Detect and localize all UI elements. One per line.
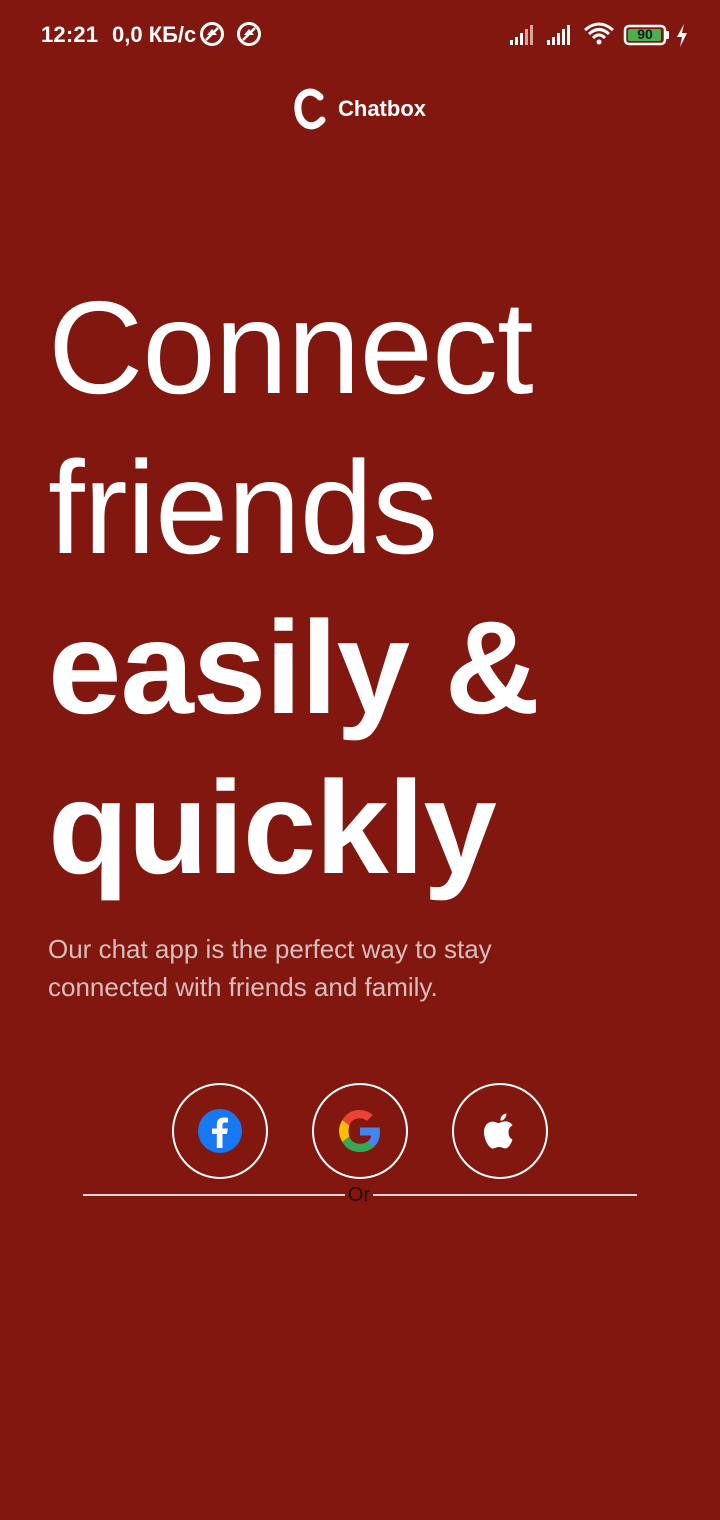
chatbox-logo-icon [294, 88, 326, 130]
network-speed: 0,0 КБ/с [112, 22, 197, 47]
signal-icon [510, 25, 533, 45]
headline-line: quickly [48, 754, 497, 901]
apple-icon [483, 1113, 513, 1149]
subtitle: Our chat app is the perfect way to stay … [48, 934, 492, 1002]
facebook-login-button[interactable] [172, 1083, 268, 1179]
google-icon [339, 1110, 380, 1152]
headline-line: easily & [48, 594, 540, 741]
signal-icon [547, 25, 570, 45]
divider-label: Or [347, 1184, 371, 1206]
headline-line: Connect [48, 274, 534, 421]
charging-icon [677, 24, 687, 47]
notification-icon [237, 22, 261, 46]
status-bar: 12:21 0,0 КБ/с 90 [0, 0, 720, 70]
wifi-icon [584, 22, 614, 45]
apple-login-button[interactable] [452, 1083, 548, 1179]
status-time: 12:21 [41, 22, 99, 47]
headline: Connect friends easily & quickly [48, 268, 688, 908]
divider-line [83, 1194, 345, 1196]
notification-icon [200, 22, 224, 46]
brand-header: Chatbox [0, 88, 720, 130]
facebook-icon [198, 1109, 242, 1153]
or-divider: Or [83, 1184, 637, 1206]
divider-line [373, 1194, 637, 1196]
headline-line: friends [48, 434, 438, 581]
battery-level: 90 [637, 26, 653, 42]
social-login-group [0, 1083, 720, 1179]
google-login-button[interactable] [312, 1083, 408, 1179]
brand-name: Chatbox [338, 96, 426, 121]
